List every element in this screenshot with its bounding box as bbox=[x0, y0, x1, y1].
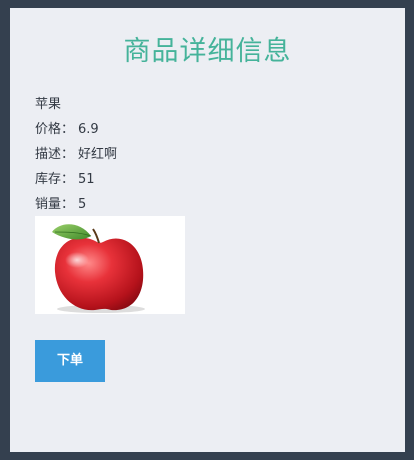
stock-label: 库存： bbox=[35, 172, 75, 187]
product-image bbox=[35, 216, 185, 314]
product-name: 苹果 bbox=[35, 97, 62, 112]
order-button[interactable]: 下单 bbox=[35, 340, 105, 382]
stock-value: 51 bbox=[78, 172, 95, 187]
sales-row: 销量： 5 bbox=[35, 192, 117, 217]
sales-value: 5 bbox=[78, 197, 87, 212]
description-value: 好红啊 bbox=[78, 147, 118, 162]
price-value: 6.9 bbox=[78, 122, 99, 137]
apple-image-icon bbox=[52, 224, 145, 313]
product-info: 苹果 价格： 6.9 描述： 好红啊 库存： 51 销量： 5 bbox=[35, 92, 117, 217]
price-label: 价格： bbox=[35, 122, 75, 137]
description-label: 描述： bbox=[35, 147, 75, 162]
product-detail-panel: 商品详细信息 苹果 价格： 6.9 描述： 好红啊 库存： 51 销量： 5 下… bbox=[10, 8, 405, 452]
description-row: 描述： 好红啊 bbox=[35, 142, 117, 167]
stock-row: 库存： 51 bbox=[35, 167, 117, 192]
sales-label: 销量： bbox=[35, 197, 75, 212]
page-title: 商品详细信息 bbox=[123, 36, 292, 67]
price-row: 价格： 6.9 bbox=[35, 117, 117, 142]
